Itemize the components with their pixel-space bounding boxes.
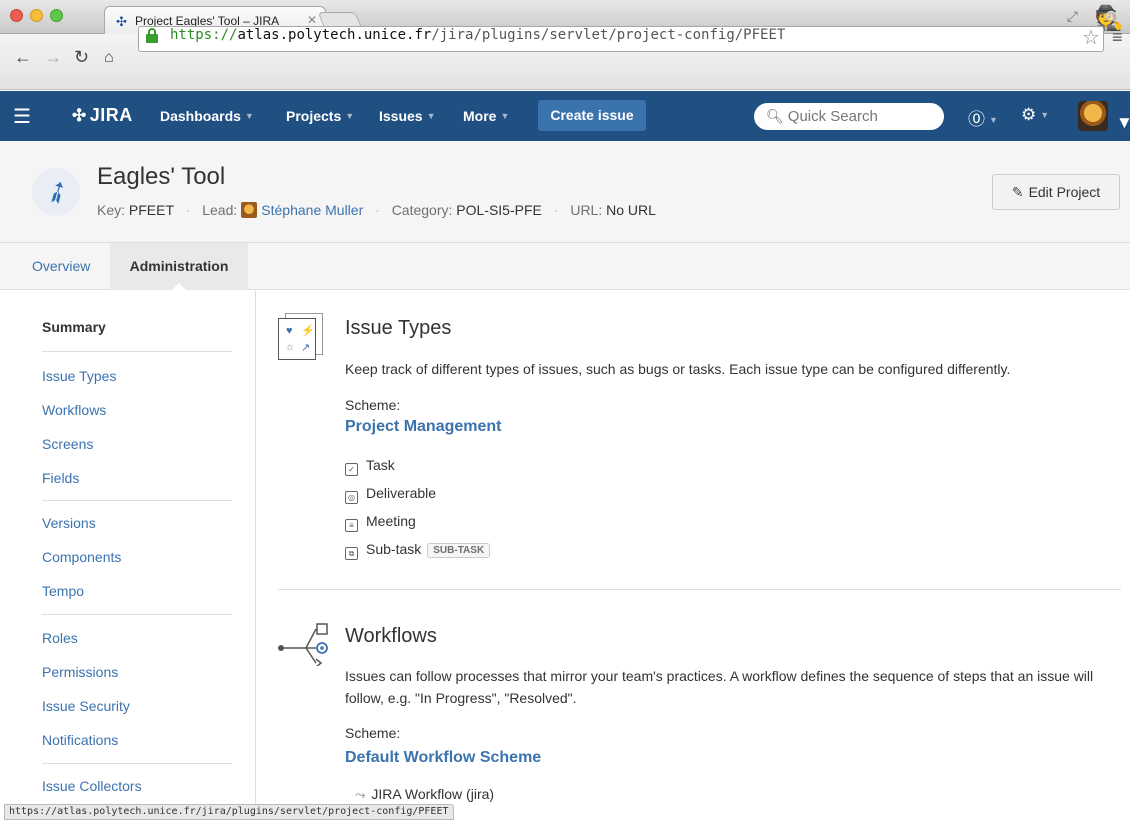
project-meta: Key: PFEET · Lead: Stéphane Muller · Cate… xyxy=(97,202,656,218)
sidebar-divider xyxy=(42,351,232,352)
sidebar-item-notifications[interactable]: Notifications xyxy=(42,732,118,748)
tab-overview[interactable]: Overview xyxy=(20,243,102,290)
app-switcher-icon[interactable]: ☰ xyxy=(13,104,31,129)
issue-type-scheme-link[interactable]: Project Management xyxy=(345,418,501,436)
rocket-icon: ➶ xyxy=(38,171,77,214)
project-lead-link[interactable]: Stéphane Muller xyxy=(261,202,363,218)
tab-close-icon[interactable]: ✕ xyxy=(307,13,317,27)
subtask-icon: ⧉ xyxy=(345,547,358,560)
help-icon[interactable]: ⓪ ▼ xyxy=(968,105,998,130)
issue-type-scheme-label: Scheme: xyxy=(345,397,401,413)
jira-logo[interactable]: ✣ JIRA xyxy=(72,105,133,126)
sidebar-item-components[interactable]: Components xyxy=(42,549,121,565)
search-icon: 🔍︎ xyxy=(766,108,784,124)
minimize-window-button[interactable] xyxy=(30,9,43,22)
gear-icon[interactable]: ⚙ ▼ xyxy=(1021,105,1049,125)
address-url[interactable]: https://atlas.polytech.unice.fr/jira/plu… xyxy=(170,27,785,43)
sidebar-item-workflows[interactable]: Workflows xyxy=(42,402,106,418)
workflow-small-icon: ⤳ xyxy=(355,787,366,802)
project-tabs: Overview Administration xyxy=(0,243,1130,290)
project-avatar[interactable]: ➶ xyxy=(32,168,80,216)
issue-type-task: ✓ Task xyxy=(345,457,395,476)
zoom-window-button[interactable] xyxy=(50,9,63,22)
project-name[interactable]: Eagles' Tool xyxy=(97,163,225,191)
sidebar-item-tempo[interactable]: Tempo xyxy=(42,583,84,599)
project-header: ➶ Eagles' Tool Key: PFEET · Lead: Stéphan… xyxy=(0,141,1130,243)
workflow-icon xyxy=(278,623,328,666)
section-divider xyxy=(278,589,1121,590)
lead-avatar xyxy=(241,202,258,218)
project-category: POL-SI5-PFE xyxy=(456,202,542,218)
close-window-button[interactable] xyxy=(10,9,23,22)
sidebar-item-screens[interactable]: Screens xyxy=(42,436,93,452)
nav-more[interactable]: More ▼ xyxy=(463,108,509,124)
issue-types-icon: ♥ ⚡ ☼ ↗ xyxy=(278,313,334,363)
sidebar-divider xyxy=(42,500,232,501)
sidebar-item-fields[interactable]: Fields xyxy=(42,470,79,486)
forward-arrow-icon[interactable]: → xyxy=(44,47,62,68)
task-icon: ✓ xyxy=(345,463,358,476)
workflows-description: Issues can follow processes that mirror … xyxy=(345,668,1094,706)
sidebar-item-permissions[interactable]: Permissions xyxy=(42,664,118,680)
sidebar-item-versions[interactable]: Versions xyxy=(42,515,96,531)
project-url: No URL xyxy=(606,202,656,218)
jira-header: ☰ ✣ JIRA Dashboards ▼ Projects ▼ Issues ▼ Mo… xyxy=(0,91,1130,141)
lock-icon xyxy=(146,28,158,43)
sidebar-divider xyxy=(42,614,232,615)
fullscreen-icon[interactable]: ⤢ xyxy=(1067,8,1078,25)
pencil-icon: ✎ xyxy=(1011,184,1024,200)
sidebar-item-summary[interactable]: Summary xyxy=(42,319,106,335)
reload-icon[interactable]: ↻ xyxy=(74,47,89,68)
nav-dashboards[interactable]: Dashboards ▼ xyxy=(160,108,254,124)
sidebar-item-issue-collectors[interactable]: Issue Collectors xyxy=(42,778,142,794)
issue-types-description: Keep track of different types of issues,… xyxy=(345,361,1011,377)
chevron-down-icon: ▼ xyxy=(345,111,355,121)
issue-type-meeting: ≡ Meeting xyxy=(345,513,416,532)
chevron-down-icon: ▼ xyxy=(500,111,510,121)
issue-types-heading: Issue Types xyxy=(345,317,452,339)
chevron-down-icon: ▼ xyxy=(426,111,436,121)
sidebar-item-issue-types[interactable]: Issue Types xyxy=(42,368,116,384)
workflow-scheme-label: Scheme: xyxy=(345,725,401,741)
subtask-lozenge: SUB-TASK xyxy=(427,543,491,558)
jira-favicon-icon: ✣ xyxy=(116,14,127,29)
project-key: PFEET xyxy=(128,202,174,218)
browser-status-bar: https://atlas.polytech.unice.fr/jira/plu… xyxy=(4,804,454,820)
back-arrow-icon[interactable]: ← xyxy=(14,47,32,68)
workflow-scheme-link[interactable]: Default Workflow Scheme xyxy=(345,749,541,767)
workflow-item: ⤳ JIRA Workflow (jira) xyxy=(355,786,495,802)
nav-issues[interactable]: Issues ▼ xyxy=(379,108,436,124)
admin-sidebar: Summary Issue Types Workflows Screens Fi… xyxy=(0,291,256,820)
chrome-menu-icon[interactable]: ≡ xyxy=(1112,27,1123,48)
chevron-down-icon[interactable]: ▼ xyxy=(1116,113,1130,133)
sidebar-item-roles[interactable]: Roles xyxy=(42,630,78,646)
create-issue-button[interactable]: Create issue xyxy=(538,100,646,131)
issue-type-deliverable: ◎ Deliverable xyxy=(345,485,436,504)
active-tab-indicator xyxy=(171,283,187,291)
meeting-icon: ≡ xyxy=(345,519,358,532)
user-avatar[interactable] xyxy=(1078,101,1108,131)
sidebar-item-issue-security[interactable]: Issue Security xyxy=(42,698,130,714)
issue-type-subtask: ⧉ Sub-task SUB-TASK xyxy=(345,541,491,560)
quick-search-input[interactable]: 🔍︎ Quick Search xyxy=(754,103,944,130)
deliverable-icon: ◎ xyxy=(345,491,358,504)
nav-projects[interactable]: Projects ▼ xyxy=(286,108,354,124)
jira-logo-icon: ✣ xyxy=(72,106,87,125)
edit-project-button[interactable]: ✎ Edit Project xyxy=(992,174,1120,210)
home-icon[interactable]: ⌂ xyxy=(104,49,114,67)
sidebar-divider xyxy=(42,763,232,764)
bookmark-star-icon[interactable]: ☆ xyxy=(1082,25,1100,50)
workflows-heading: Workflows xyxy=(345,625,437,647)
chevron-down-icon: ▼ xyxy=(244,111,254,121)
